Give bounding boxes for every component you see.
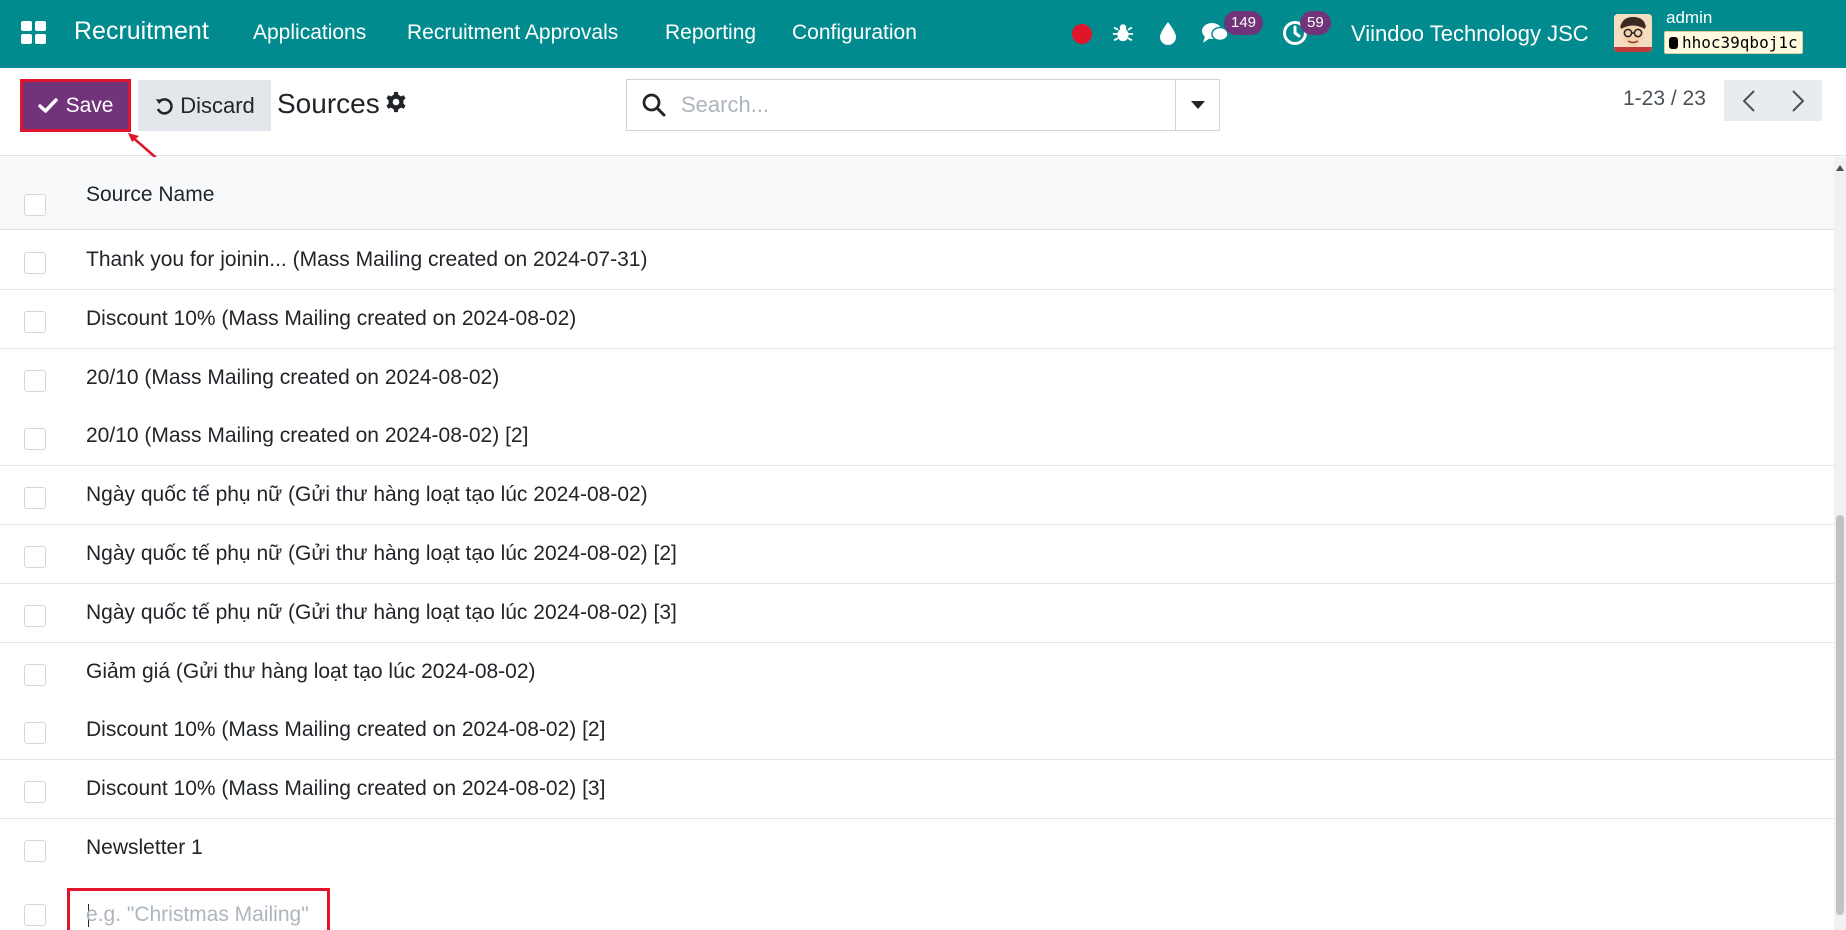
new-source-name-field[interactable] [67, 888, 330, 930]
table-row[interactable]: Ngày quốc tế phụ nữ (Gửi thư hàng loạt t… [0, 525, 1834, 584]
row-checkbox[interactable] [24, 781, 46, 803]
check-icon [37, 97, 58, 113]
source-name-cell[interactable]: 20/10 (Mass Mailing created on 2024-08-0… [86, 424, 528, 448]
source-name-cell[interactable]: Thank you for joinin... (Mass Mailing cr… [86, 248, 647, 272]
row-checkbox[interactable] [24, 664, 46, 686]
sources-list: Source Name Thank you for joinin... (Mas… [0, 157, 1834, 930]
row-checkbox[interactable] [24, 605, 46, 627]
activities-count-badge: 59 [1300, 11, 1331, 35]
source-name-cell[interactable]: Discount 10% (Mass Mailing created on 20… [86, 307, 576, 331]
menu-recruitment-approvals[interactable]: Recruitment Approvals [407, 21, 618, 45]
app-brand[interactable]: Recruitment [74, 17, 209, 46]
table-row[interactable]: Discount 10% (Mass Mailing created on 20… [0, 760, 1834, 819]
row-checkbox[interactable] [24, 370, 46, 392]
table-row[interactable]: 20/10 (Mass Mailing created on 2024-08-0… [0, 407, 1834, 466]
save-button[interactable]: Save [20, 79, 131, 132]
save-label: Save [65, 93, 114, 117]
list-header: Source Name [0, 157, 1834, 230]
droplet-icon[interactable] [1153, 18, 1183, 48]
discard-label: Discard [180, 92, 255, 118]
database-name: hhoc39qboj1c [1682, 33, 1798, 52]
source-name-cell[interactable]: Ngày quốc tế phụ nữ (Gửi thư hàng loạt t… [86, 483, 648, 507]
column-header-source-name[interactable]: Source Name [86, 183, 214, 207]
row-checkbox[interactable] [24, 840, 46, 862]
list-scrollbar[interactable] [1834, 157, 1846, 930]
undo-icon [156, 97, 173, 115]
row-checkbox[interactable] [24, 546, 46, 568]
record-dot-icon[interactable] [1072, 24, 1092, 44]
new-row [0, 873, 1834, 930]
control-panel: Save Discard Sources 1-23 / 23 [0, 68, 1846, 156]
messages-count-badge: 149 [1224, 11, 1264, 35]
search-box [626, 79, 1220, 131]
source-name-cell[interactable]: Discount 10% (Mass Mailing created on 20… [86, 718, 605, 742]
row-checkbox[interactable] [24, 311, 46, 333]
table-row[interactable]: Thank you for joinin... (Mass Mailing cr… [0, 231, 1834, 290]
source-name-input[interactable] [86, 901, 326, 929]
source-name-cell[interactable]: 20/10 (Mass Mailing created on 2024-08-0… [86, 366, 499, 390]
row-checkbox[interactable] [24, 487, 46, 509]
database-icon [1669, 37, 1678, 49]
search-input[interactable] [681, 88, 1181, 122]
chevron-right-icon [1791, 89, 1804, 112]
pager-next-button[interactable] [1773, 80, 1822, 121]
source-name-cell[interactable]: Giảm giá (Gửi thư hàng loạt tạo lúc 2024… [86, 660, 536, 684]
source-name-cell[interactable]: Ngày quốc tế phụ nữ (Gửi thư hàng loạt t… [86, 542, 677, 566]
row-checkbox[interactable] [24, 252, 46, 274]
scroll-up-arrow-icon[interactable] [1836, 165, 1844, 171]
table-row[interactable]: Discount 10% (Mass Mailing created on 20… [0, 701, 1834, 760]
discard-button[interactable]: Discard [138, 80, 271, 131]
caret-down-icon [1190, 101, 1205, 109]
source-name-cell[interactable]: Ngày quốc tế phụ nữ (Gửi thư hàng loạt t… [86, 601, 677, 625]
source-name-cell[interactable]: Discount 10% (Mass Mailing created on 20… [86, 777, 605, 801]
table-row[interactable]: Newsletter 1 [0, 819, 1834, 878]
avatar[interactable] [1614, 14, 1652, 52]
pager-previous-button[interactable] [1724, 80, 1773, 121]
pager-value[interactable]: 1-23 / 23 [1623, 87, 1706, 111]
select-all-checkbox[interactable] [24, 194, 46, 216]
apps-grid-icon[interactable] [21, 21, 47, 45]
table-row[interactable]: Giảm giá (Gửi thư hàng loạt tạo lúc 2024… [0, 643, 1834, 702]
top-navbar: Recruitment Applications Recruitment App… [0, 0, 1846, 68]
scrollbar-thumb[interactable] [1836, 515, 1844, 915]
gear-icon[interactable] [385, 91, 409, 115]
search-options-toggle[interactable] [1175, 80, 1219, 130]
table-row[interactable]: Ngày quốc tế phụ nữ (Gửi thư hàng loạt t… [0, 584, 1834, 643]
row-checkbox[interactable] [24, 722, 46, 744]
menu-reporting[interactable]: Reporting [665, 21, 756, 45]
search-icon [642, 93, 666, 117]
bug-icon[interactable] [1108, 18, 1138, 48]
chevron-left-icon [1742, 89, 1755, 112]
row-checkbox[interactable] [24, 428, 46, 450]
menu-configuration[interactable]: Configuration [792, 21, 917, 45]
user-name[interactable]: admin [1666, 8, 1712, 28]
table-row[interactable]: Ngày quốc tế phụ nữ (Gửi thư hàng loạt t… [0, 466, 1834, 525]
row-checkbox[interactable] [24, 904, 46, 926]
database-tag: hhoc39qboj1c [1664, 31, 1803, 54]
source-name-cell[interactable]: Newsletter 1 [86, 836, 203, 860]
company-switcher[interactable]: Viindoo Technology JSC [1351, 21, 1589, 47]
breadcrumb: Sources [277, 88, 380, 119]
table-row[interactable]: 20/10 (Mass Mailing created on 2024-08-0… [0, 349, 1834, 408]
table-row[interactable]: Discount 10% (Mass Mailing created on 20… [0, 290, 1834, 349]
menu-applications[interactable]: Applications [253, 21, 366, 45]
